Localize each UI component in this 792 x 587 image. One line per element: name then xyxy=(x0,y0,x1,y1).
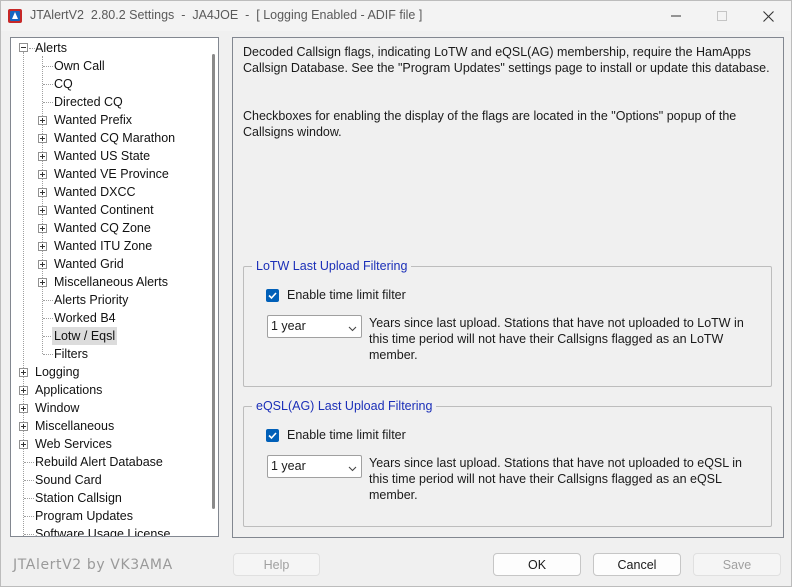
tree-item-directed-cq[interactable]: Directed CQ xyxy=(52,93,125,111)
tree-item-miscellaneous-alerts[interactable]: Miscellaneous Alerts xyxy=(52,273,170,291)
tree-item-alerts-priority[interactable]: Alerts Priority xyxy=(52,291,130,309)
tree-item-miscellaneous[interactable]: Miscellaneous xyxy=(33,417,116,435)
window-title: JTAlertV2 2.80.2 Settings - JA4JOE - [ L… xyxy=(30,8,423,22)
tree-item-sound-card[interactable]: Sound Card xyxy=(33,471,104,489)
save-button[interactable]: Save xyxy=(693,553,781,576)
tree-item-own-call[interactable]: Own Call xyxy=(52,57,107,75)
settings-content-panel: Decoded Callsign flags, indicating LoTW … xyxy=(232,37,784,538)
tree-item-wanted-itu-zone[interactable]: Wanted ITU Zone xyxy=(52,237,154,255)
expand-icon[interactable] xyxy=(19,440,28,449)
collapse-icon[interactable] xyxy=(19,43,28,52)
lotw-group-title: LoTW Last Upload Filtering xyxy=(252,258,412,274)
expand-icon[interactable] xyxy=(38,278,47,287)
tree-item-applications[interactable]: Applications xyxy=(33,381,104,399)
tree-item-wanted-cq-zone[interactable]: Wanted CQ Zone xyxy=(52,219,153,237)
expand-icon[interactable] xyxy=(38,242,47,251)
cancel-button[interactable]: Cancel xyxy=(593,553,681,576)
eqsl-filter-description: Years since last upload. Stations that h… xyxy=(369,456,742,502)
chevron-down-icon xyxy=(348,462,357,476)
tree-item-worked-b4[interactable]: Worked B4 xyxy=(52,309,118,327)
lotw-years-value: 1 year xyxy=(271,319,306,333)
eqsl-filter-group: eQSL(AG) Last Upload Filtering Enable ti… xyxy=(243,398,772,527)
expand-icon[interactable] xyxy=(38,170,47,179)
settings-tree[interactable]: Alerts Own Call CQ Directed CQ Wanted Pr… xyxy=(10,37,219,537)
tree-item-web-services[interactable]: Web Services xyxy=(33,435,114,453)
tree-item-wanted-us-state[interactable]: Wanted US State xyxy=(52,147,152,165)
tree-item-lotw-eqsl[interactable]: Lotw / Eqsl xyxy=(52,327,118,345)
brand-label: JTAlertV2 by VK3AMA xyxy=(13,557,173,573)
maximize-icon xyxy=(699,1,745,31)
tree-item-wanted-continent[interactable]: Wanted Continent xyxy=(52,201,156,219)
tree-item-station-callsign[interactable]: Station Callsign xyxy=(33,489,124,507)
expand-icon[interactable] xyxy=(38,188,47,197)
expand-icon[interactable] xyxy=(38,260,47,269)
tree-item-window[interactable]: Window xyxy=(33,399,81,417)
tree-item-alerts[interactable]: Alerts xyxy=(33,39,69,57)
tree-scrollbar[interactable] xyxy=(209,38,218,536)
tree-item-filters[interactable]: Filters xyxy=(52,345,90,363)
tree-item-rebuild-alert-database[interactable]: Rebuild Alert Database xyxy=(33,453,165,471)
chevron-down-icon xyxy=(348,322,357,336)
help-button[interactable]: Help xyxy=(233,553,320,576)
tree-item-cq[interactable]: CQ xyxy=(52,75,75,93)
eqsl-enable-checkbox[interactable] xyxy=(266,429,279,442)
lotw-enable-checkbox[interactable] xyxy=(266,289,279,302)
lotw-filter-description: Years since last upload. Stations that h… xyxy=(369,316,744,362)
tree-item-logging[interactable]: Logging xyxy=(33,363,82,381)
tree-connector xyxy=(23,52,24,536)
tree-item-software-usage-license[interactable]: Software Usage License xyxy=(33,525,173,536)
scrollbar-thumb[interactable] xyxy=(212,54,215,509)
expand-icon[interactable] xyxy=(38,224,47,233)
lotw-enable-label[interactable]: Enable time limit filter xyxy=(287,287,406,303)
expand-icon[interactable] xyxy=(38,116,47,125)
tree-item-wanted-prefix[interactable]: Wanted Prefix xyxy=(52,111,134,129)
settings-window: JTAlertV2 2.80.2 Settings - JA4JOE - [ L… xyxy=(0,0,792,587)
tree-item-wanted-cq-marathon[interactable]: Wanted CQ Marathon xyxy=(52,129,177,147)
expand-icon[interactable] xyxy=(38,206,47,215)
expand-icon[interactable] xyxy=(19,422,28,431)
minimize-icon[interactable] xyxy=(653,1,699,31)
expand-icon[interactable] xyxy=(19,368,28,377)
tree-item-wanted-dxcc[interactable]: Wanted DXCC xyxy=(52,183,138,201)
tree-item-wanted-ve-province[interactable]: Wanted VE Province xyxy=(52,165,171,183)
eqsl-years-value: 1 year xyxy=(271,459,306,473)
expand-icon[interactable] xyxy=(38,152,47,161)
eqsl-group-title: eQSL(AG) Last Upload Filtering xyxy=(252,398,437,414)
expand-icon[interactable] xyxy=(38,134,47,143)
lotw-filter-group: LoTW Last Upload Filtering Enable time l… xyxy=(243,258,772,387)
tree-item-wanted-grid[interactable]: Wanted Grid xyxy=(52,255,126,273)
expand-icon[interactable] xyxy=(19,386,28,395)
expand-icon[interactable] xyxy=(19,404,28,413)
eqsl-enable-label[interactable]: Enable time limit filter xyxy=(287,427,406,443)
title-bar[interactable]: JTAlertV2 2.80.2 Settings - JA4JOE - [ L… xyxy=(1,1,791,31)
app-icon xyxy=(7,8,23,24)
ok-button[interactable]: OK xyxy=(493,553,581,576)
description-text-2: Checkboxes for enabling the display of t… xyxy=(243,109,737,139)
tree-item-program-updates[interactable]: Program Updates xyxy=(33,507,135,525)
description-text-1: Decoded Callsign flags, indicating LoTW … xyxy=(243,45,770,75)
tree-connector xyxy=(42,56,43,354)
close-icon[interactable] xyxy=(745,1,791,31)
eqsl-years-select[interactable]: 1 year xyxy=(267,455,362,478)
lotw-years-select[interactable]: 1 year xyxy=(267,315,362,338)
